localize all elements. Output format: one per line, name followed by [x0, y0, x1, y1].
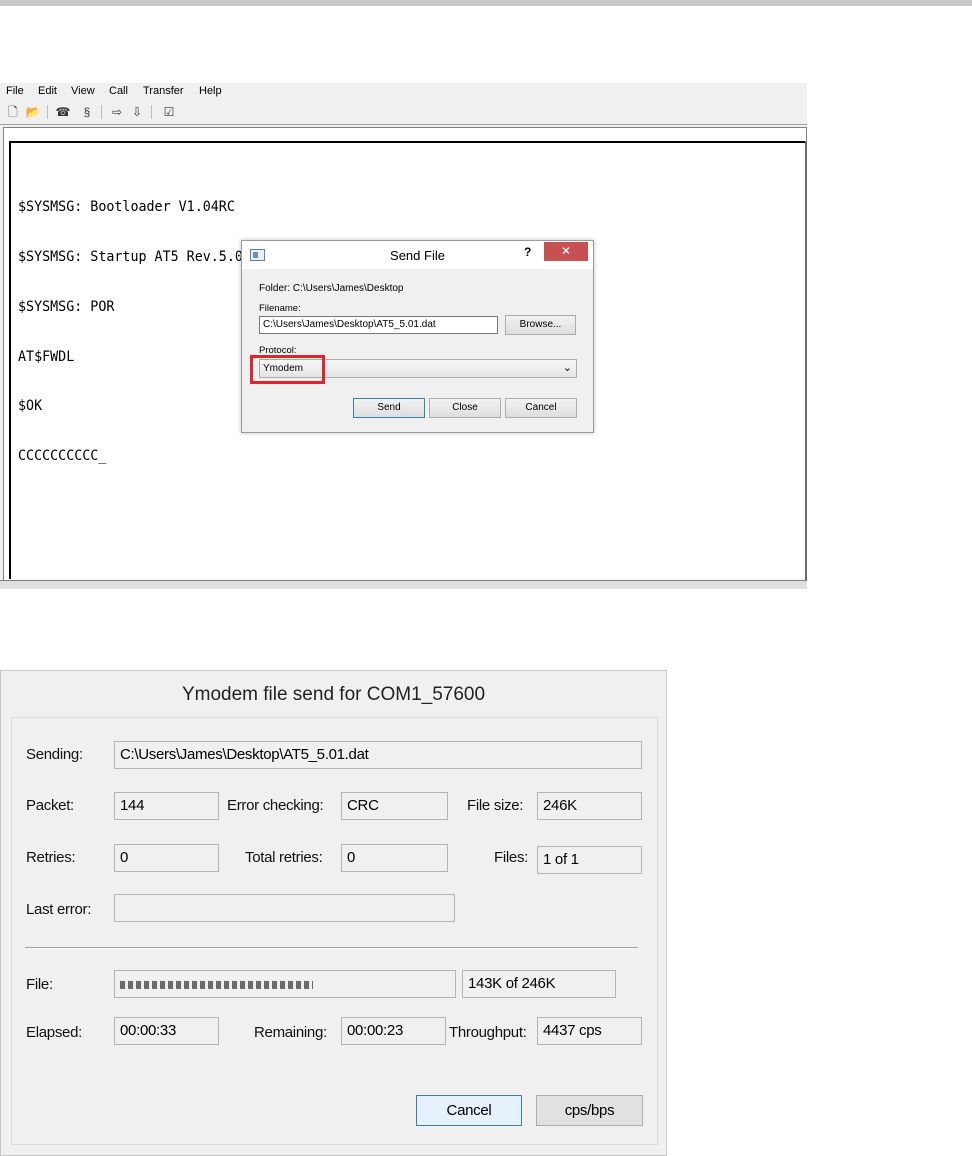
toolbar-separator: [47, 105, 48, 119]
terminal-output: $SYSMSG: Bootloader V1.04RC $SYSMSG: Sta…: [18, 166, 251, 498]
error-checking-field: CRC: [341, 792, 448, 820]
call-icon[interactable]: §: [78, 104, 96, 120]
menu-bar: File Edit View Call Transfer Help: [0, 83, 807, 101]
file-label: File:: [26, 976, 53, 993]
progress-fill: [120, 981, 313, 989]
throughput-label: Throughput:: [449, 1024, 527, 1041]
help-button[interactable]: ?: [524, 245, 531, 259]
section-divider: [25, 947, 638, 949]
terminal-line: $OK: [18, 398, 43, 415]
file-progress-field: 143K of 246K: [462, 970, 616, 998]
menu-call[interactable]: Call: [109, 85, 128, 97]
files-label: Files:: [494, 849, 529, 866]
page-top-rule: [0, 0, 972, 6]
menu-help[interactable]: Help: [199, 85, 222, 97]
filename-label: Filename:: [259, 303, 301, 314]
menu-view[interactable]: View: [71, 85, 95, 97]
terminal-line: $SYSMSG: POR: [18, 298, 115, 315]
chevron-down-icon: ⌄: [562, 362, 572, 374]
terminal-right-edge: [805, 141, 807, 581]
terminal-line: $SYSMSG: Bootloader V1.04RC: [18, 199, 235, 216]
disconnect-icon[interactable]: ☎: [54, 104, 72, 120]
throughput-field: 4437 cps: [537, 1017, 642, 1045]
terminal-line: CCCCCCCCCC_: [18, 448, 107, 465]
menu-file[interactable]: File: [6, 85, 24, 97]
menu-edit[interactable]: Edit: [38, 85, 57, 97]
files-field: 1 of 1: [537, 846, 642, 874]
retries-field: 0: [114, 844, 219, 872]
retries-label: Retries:: [26, 849, 76, 866]
error-checking-label: Error checking:: [227, 797, 324, 814]
sending-label: Sending:: [26, 746, 83, 763]
send-file-title: Send File: [390, 248, 445, 263]
file-size-label: File size:: [467, 797, 524, 814]
elapsed-field: 00:00:33: [114, 1017, 219, 1045]
receive-icon[interactable]: ⇩: [128, 104, 146, 120]
cancel-transfer-button[interactable]: Cancel: [416, 1095, 522, 1126]
cancel-button[interactable]: Cancel: [505, 398, 577, 418]
send-file-titlebar[interactable]: Send File ? ✕: [242, 241, 593, 269]
file-progress-bar: [114, 970, 456, 998]
packet-field: 144: [114, 792, 219, 820]
close-icon[interactable]: ✕: [544, 242, 588, 261]
filename-field[interactable]: C:\Users\James\Desktop\AT5_5.01.dat: [259, 316, 498, 334]
ymodem-panel: [11, 717, 658, 1145]
terminal-line: $SYSMSG: Startup AT5 Rev.5.00: [18, 248, 251, 265]
toolbar-separator: [101, 105, 102, 119]
folder-label: Folder: C:\Users\James\Desktop: [259, 283, 404, 294]
cps-bps-button[interactable]: cps/bps: [536, 1095, 643, 1126]
remaining-field: 00:00:23: [341, 1017, 446, 1045]
sending-field: C:\Users\James\Desktop\AT5_5.01.dat: [114, 741, 642, 769]
menu-transfer[interactable]: Transfer: [143, 85, 184, 97]
protocol-highlight-box: [250, 355, 325, 384]
send-file-dialog: Send File ? ✕ Folder: C:\Users\James\Des…: [241, 240, 594, 433]
toolbar-separator: [151, 105, 152, 119]
file-size-field: 246K: [537, 792, 642, 820]
last-error-field: [114, 894, 455, 922]
remaining-label: Remaining:: [254, 1024, 327, 1041]
toolbar: 🗋 📂 ☎ § ⇨ ⇩ ☑: [0, 101, 807, 125]
send-button[interactable]: Send: [353, 398, 425, 418]
properties-icon[interactable]: ☑: [160, 104, 178, 120]
terminal-line: AT$FWDL: [18, 348, 75, 365]
ymodem-title: Ymodem file send for COM1_57600: [181, 684, 486, 705]
last-error-label: Last error:: [26, 901, 92, 918]
elapsed-label: Elapsed:: [26, 1024, 82, 1041]
terminal-status-strip: [0, 580, 807, 589]
send-icon[interactable]: ⇨: [108, 104, 126, 120]
total-retries-field: 0: [341, 844, 448, 872]
browse-button[interactable]: Browse...: [505, 315, 576, 335]
close-button[interactable]: Close: [429, 398, 501, 418]
packet-label: Packet:: [26, 797, 74, 814]
total-retries-label: Total retries:: [245, 849, 323, 866]
open-icon[interactable]: 📂: [24, 104, 42, 120]
new-icon[interactable]: 🗋: [4, 104, 22, 120]
